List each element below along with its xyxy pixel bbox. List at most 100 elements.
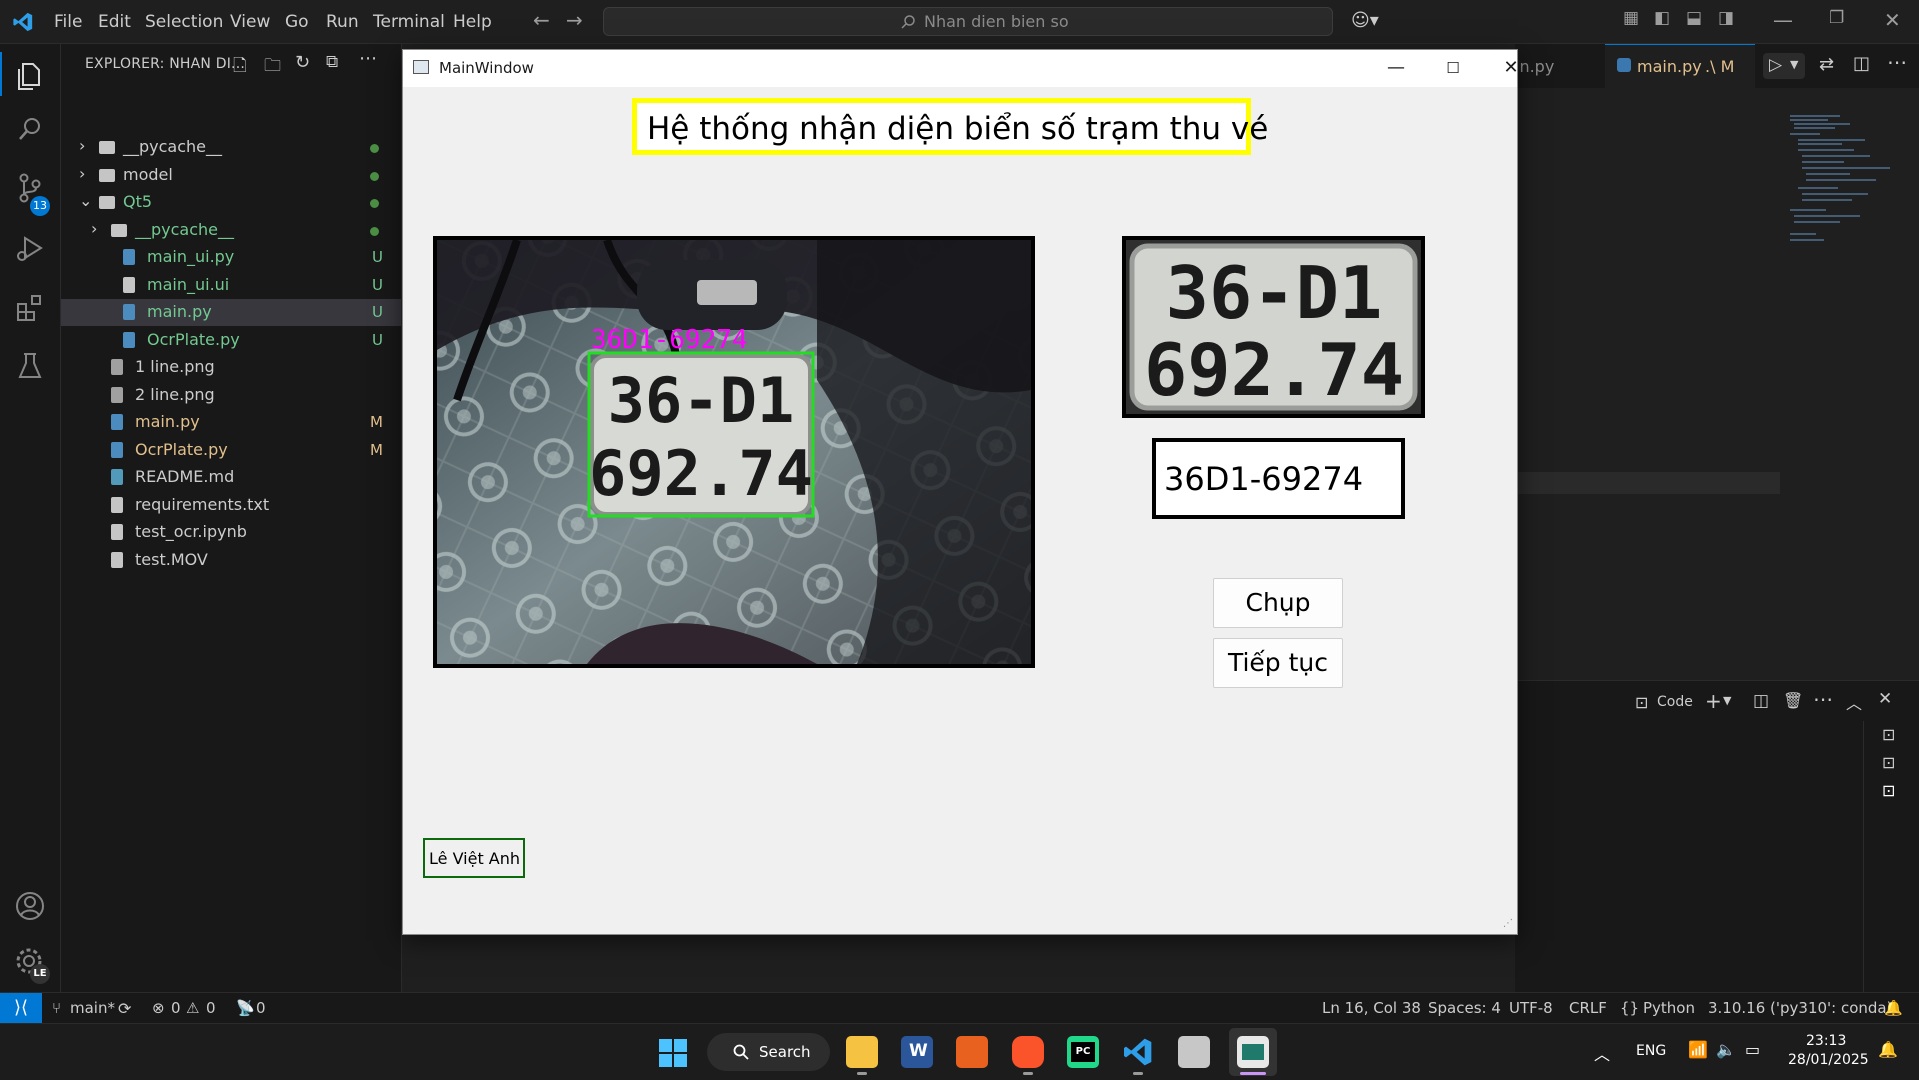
resize-grip-icon[interactable]: ⋰ xyxy=(1503,918,1513,929)
extensions-icon[interactable] xyxy=(12,290,48,326)
file-explorer-icon[interactable] xyxy=(846,1036,878,1068)
volume-icon[interactable]: 🔈 xyxy=(1716,1040,1736,1059)
taskbar-search[interactable]: Search xyxy=(707,1033,830,1071)
python-interpreter[interactable]: 3.10.16 ('py310': conda) xyxy=(1708,999,1892,1017)
tree-item[interactable]: › __pycache__ xyxy=(61,217,401,244)
compare-changes-icon[interactable]: ⇄ xyxy=(1819,54,1834,75)
toggle-panel-icon[interactable]: ⬓ xyxy=(1686,8,1702,28)
tree-item[interactable]: main_ui.py U xyxy=(61,244,401,271)
terminal-instance-icon[interactable]: ⊡ xyxy=(1882,753,1895,772)
vscode-taskbar-icon[interactable] xyxy=(1122,1036,1154,1068)
close-icon[interactable]: ✕ xyxy=(1884,8,1901,32)
pycharm-icon[interactable]: PC xyxy=(1067,1036,1099,1068)
close-panel-icon[interactable]: ✕ xyxy=(1878,689,1892,709)
capture-button[interactable]: Chụp xyxy=(1213,578,1343,628)
brave-browser-icon[interactable] xyxy=(1012,1036,1044,1068)
cursor-position[interactable]: Ln 16, Col 38 xyxy=(1322,999,1421,1017)
menu-edit[interactable]: Edit xyxy=(98,12,131,32)
menu-run[interactable]: Run xyxy=(326,12,359,32)
tree-item[interactable]: main.py U xyxy=(61,299,401,326)
tree-item[interactable]: 2 line.png xyxy=(61,382,401,409)
maximize-panel-icon[interactable]: ︿ xyxy=(1846,690,1862,714)
wifi-icon[interactable]: 📶 xyxy=(1688,1040,1708,1059)
chevron-right-icon[interactable]: › xyxy=(91,219,97,238)
split-terminal-icon[interactable]: ◫ xyxy=(1753,691,1769,711)
line-ending[interactable]: CRLF xyxy=(1569,999,1607,1017)
clock-date[interactable]: 28/01/2025 xyxy=(1788,1052,1869,1068)
show-hidden-icons-icon[interactable]: ︿ xyxy=(1594,1041,1610,1065)
tree-item[interactable]: README.md xyxy=(61,464,401,491)
split-editor-icon[interactable]: ◫ xyxy=(1853,53,1870,74)
chevron-right-icon[interactable]: › xyxy=(79,136,85,155)
remote-indicator-icon[interactable]: ⟩⟨ xyxy=(0,993,42,1024)
terminal-name[interactable]: Code xyxy=(1657,694,1693,710)
menu-help[interactable]: Help xyxy=(453,12,492,32)
tab-main-py[interactable]: main.py .\ M xyxy=(1605,44,1755,89)
chevron-right-icon[interactable]: › xyxy=(79,164,85,183)
testing-icon[interactable] xyxy=(12,348,48,384)
chevron-down-icon[interactable]: ▼ xyxy=(1723,694,1731,707)
menu-go[interactable]: Go xyxy=(285,12,309,32)
editor-more-icon[interactable]: ⋯ xyxy=(1887,50,1907,74)
branch-name[interactable]: main* xyxy=(70,999,115,1017)
continue-button[interactable]: Tiếp tục xyxy=(1213,638,1343,688)
indentation[interactable]: Spaces: 4 xyxy=(1428,999,1501,1017)
battery-icon[interactable]: ▭ xyxy=(1745,1040,1760,1059)
new-terminal-icon[interactable]: + xyxy=(1705,689,1722,713)
tree-item[interactable]: › __pycache__ xyxy=(61,134,401,161)
qt-minimize-icon[interactable]: — xyxy=(1373,54,1419,82)
tree-item[interactable]: test_ocr.ipynb xyxy=(61,519,401,546)
minimize-icon[interactable]: — xyxy=(1773,8,1793,32)
accounts-icon[interactable] xyxy=(12,888,48,924)
qt-designer-icon[interactable] xyxy=(1178,1036,1210,1068)
word-icon[interactable]: W xyxy=(901,1036,933,1068)
panel-more-icon[interactable]: ⋯ xyxy=(1813,687,1833,711)
notification-bell-icon[interactable]: 🔔 xyxy=(1878,1040,1898,1059)
tree-item[interactable]: 1 line.png xyxy=(61,354,401,381)
tree-item[interactable]: › model xyxy=(61,162,401,189)
reader-icon[interactable] xyxy=(956,1036,988,1068)
language-mode[interactable]: Python xyxy=(1643,999,1695,1017)
layout-customize-icon[interactable]: ▦ xyxy=(1623,8,1639,28)
error-count[interactable]: 0 xyxy=(171,999,181,1017)
ports-count[interactable]: 0 xyxy=(256,999,266,1017)
menu-selection[interactable]: Selection xyxy=(145,12,223,32)
tree-item[interactable]: requirements.txt xyxy=(61,492,401,519)
tree-item[interactable]: OcrPlate.py M xyxy=(61,437,401,464)
run-debug-icon[interactable] xyxy=(12,230,48,266)
warning-count[interactable]: 0 xyxy=(206,999,216,1017)
kill-terminal-icon[interactable]: 🗑 xyxy=(1783,691,1803,710)
chevron-down-icon[interactable]: ⌄ xyxy=(79,191,92,210)
menu-view[interactable]: View xyxy=(230,12,270,32)
explorer-icon[interactable] xyxy=(12,58,48,94)
tree-item[interactable]: OcrPlate.py U xyxy=(61,327,401,354)
tree-item[interactable]: main_ui.ui U xyxy=(61,272,401,299)
input-language[interactable]: ENG xyxy=(1636,1043,1666,1059)
toggle-sidebar-icon[interactable]: ◧ xyxy=(1654,8,1670,28)
copilot-icon[interactable]: ☺▾ xyxy=(1351,10,1379,31)
tree-item[interactable]: ⌄ Qt5 xyxy=(61,189,401,216)
menu-file[interactable]: File xyxy=(54,12,82,32)
tree-item[interactable]: test.MOV xyxy=(61,547,401,574)
more-actions-icon[interactable]: ⋯ xyxy=(359,48,377,69)
new-folder-icon[interactable]: 🗀 xyxy=(264,53,281,82)
notifications-bell-icon[interactable]: 🔔 xyxy=(1884,999,1903,1017)
terminal-instance-icon[interactable]: ⊡ xyxy=(1882,781,1895,800)
terminal-instance-icon[interactable]: ⊡ xyxy=(1882,725,1895,744)
tree-item[interactable]: main.py M xyxy=(61,409,401,436)
back-arrow-icon[interactable]: ← xyxy=(533,8,550,32)
menu-terminal[interactable]: Terminal xyxy=(373,12,445,32)
refresh-icon[interactable]: ↻ xyxy=(295,52,310,73)
sync-icon[interactable]: ⟳ xyxy=(118,999,131,1018)
forward-arrow-icon[interactable]: → xyxy=(566,8,583,32)
search-icon[interactable] xyxy=(12,112,48,148)
run-python-button[interactable]: ▷ ▼ xyxy=(1763,53,1805,79)
qt-maximize-icon[interactable]: ☐ xyxy=(1430,54,1476,82)
windows-start-icon[interactable] xyxy=(659,1039,687,1067)
command-center-search[interactable]: Nhan dien bien so xyxy=(603,7,1333,36)
new-file-icon[interactable]: 🗋 xyxy=(233,53,247,82)
clock-time[interactable]: 23:13 xyxy=(1806,1033,1846,1049)
encoding[interactable]: UTF-8 xyxy=(1509,999,1553,1017)
collapse-all-icon[interactable]: ⧉ xyxy=(326,52,338,72)
toggle-secondary-sidebar-icon[interactable]: ◨ xyxy=(1718,8,1734,28)
